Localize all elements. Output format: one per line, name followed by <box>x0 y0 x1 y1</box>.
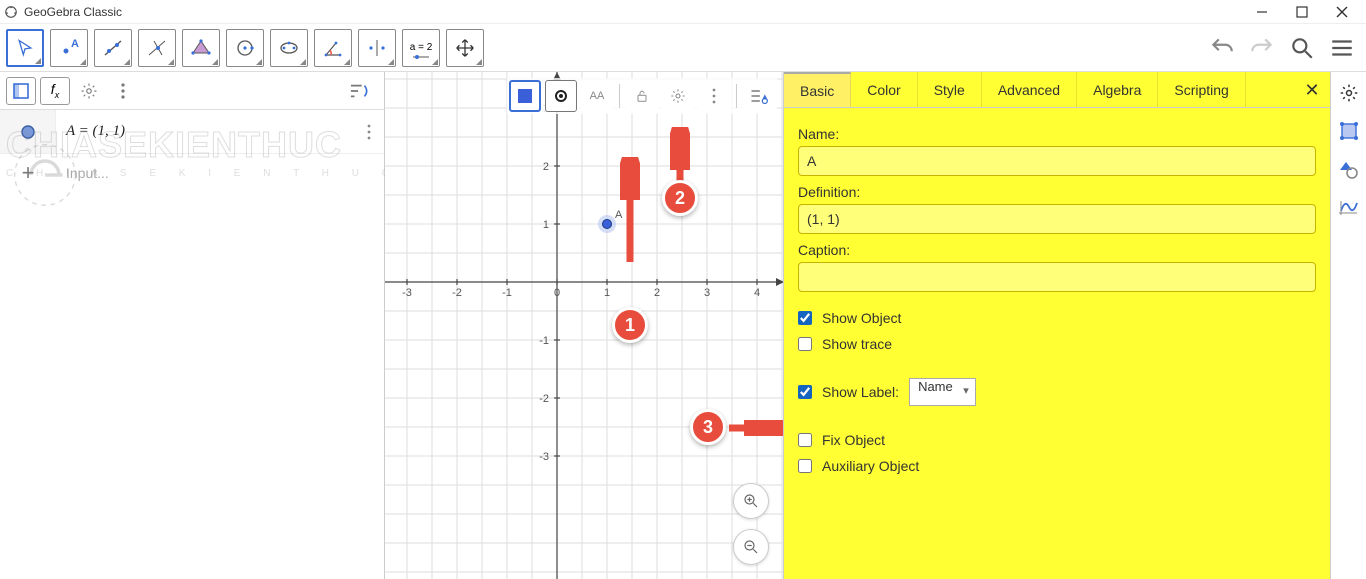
tool-point[interactable]: A <box>50 29 88 67</box>
window-title: GeoGebra Classic <box>24 5 122 19</box>
svg-text:-3: -3 <box>539 451 549 463</box>
aux-object-checkbox[interactable] <box>798 459 812 473</box>
object-bounding-icon[interactable] <box>1336 118 1362 144</box>
svg-text:-2: -2 <box>452 287 462 299</box>
tab-style[interactable]: Style <box>918 72 982 107</box>
graphics-view[interactable]: -3-2-101234-3-2-1123A AA 1 2 3 <box>385 72 784 579</box>
show-label-select[interactable]: Name <box>909 378 976 406</box>
undo-button[interactable] <box>1204 30 1240 66</box>
svg-text:3: 3 <box>704 287 710 299</box>
name-field[interactable] <box>798 146 1316 176</box>
svg-text:-1: -1 <box>539 335 549 347</box>
annotation-badge-2: 2 <box>662 180 698 216</box>
tool-slider[interactable]: a = 2 <box>402 29 440 67</box>
properties-panel: ✕ BasicColorStyleAdvancedAlgebraScriptin… <box>784 72 1330 579</box>
show-trace-label: Show trace <box>822 336 892 352</box>
tab-algebra[interactable]: Algebra <box>1077 72 1158 107</box>
menu-button[interactable] <box>1324 30 1360 66</box>
caption-field[interactable] <box>798 262 1316 292</box>
style-label-style[interactable]: AA <box>581 80 613 112</box>
svg-text:0: 0 <box>554 287 560 299</box>
fix-object-checkbox[interactable] <box>798 433 812 447</box>
grid-canvas: -3-2-101234-3-2-1123A <box>385 72 783 579</box>
style-point-style[interactable] <box>545 80 577 112</box>
window-titlebar: GeoGebra Classic <box>0 0 1366 24</box>
algebra-item[interactable]: A = (1, 1) <box>0 110 384 154</box>
annotation-badge-3: 3 <box>690 409 726 445</box>
svg-text:A: A <box>71 38 79 50</box>
zoom-in-button[interactable] <box>733 483 769 519</box>
tab-advanced[interactable]: Advanced <box>982 72 1077 107</box>
style-lock-button[interactable] <box>626 80 658 112</box>
svg-text:2: 2 <box>654 287 660 299</box>
show-trace-checkbox[interactable] <box>798 337 812 351</box>
function-button[interactable]: fx <box>40 77 70 105</box>
style-fill-color[interactable] <box>509 80 541 112</box>
svg-text:-3: -3 <box>402 287 412 299</box>
tool-move-view[interactable] <box>446 29 484 67</box>
algebra-expression: A = (1, 1) <box>56 123 354 140</box>
tool-polygon[interactable] <box>182 29 220 67</box>
show-object-label: Show Object <box>822 310 901 326</box>
properties-tabs: BasicColorStyleAdvancedAlgebraScripting <box>784 72 1330 108</box>
algebra-item-menu[interactable] <box>354 123 384 141</box>
tool-perpendicular[interactable] <box>138 29 176 67</box>
tab-basic[interactable]: Basic <box>784 72 851 107</box>
properties-close-button[interactable]: ✕ <box>1300 78 1324 102</box>
algebra-sort-button[interactable] <box>344 77 374 105</box>
tool-line[interactable] <box>94 29 132 67</box>
window-maximize-button[interactable] <box>1282 0 1322 24</box>
tool-circle[interactable] <box>226 29 264 67</box>
tab-color[interactable]: Color <box>851 72 917 107</box>
show-label-label: Show Label: <box>822 384 899 400</box>
tool-reflection[interactable] <box>358 29 396 67</box>
definition-label: Definition: <box>798 184 1316 200</box>
window-close-button[interactable] <box>1322 0 1362 24</box>
algebra-more-button[interactable] <box>108 77 138 105</box>
annotation-arrow-3 <box>727 420 784 436</box>
name-label: Name: <box>798 126 1316 142</box>
style-more-button[interactable] <box>698 80 730 112</box>
annotation-badge-1: 1 <box>612 307 648 343</box>
window-minimize-button[interactable] <box>1242 0 1282 24</box>
caption-label: Caption: <box>798 242 1316 258</box>
annotation-arrow-1 <box>620 157 640 267</box>
show-label-checkbox[interactable] <box>798 385 812 399</box>
global-settings-icon[interactable] <box>1336 80 1362 106</box>
algebra-panel: fx A = (1, 1) + Input... CHIASEKIENTHUC … <box>0 72 385 579</box>
definition-field[interactable] <box>798 204 1316 234</box>
aux-object-label: Auxiliary Object <box>822 458 919 474</box>
tool-ellipse[interactable] <box>270 29 308 67</box>
svg-text:-1: -1 <box>502 287 512 299</box>
tool-move[interactable] <box>6 29 44 67</box>
app-icon <box>4 5 18 19</box>
style-view-options-button[interactable] <box>743 80 775 112</box>
tab-scripting[interactable]: Scripting <box>1158 72 1245 107</box>
svg-text:-2: -2 <box>539 393 549 405</box>
object-graph-icon[interactable] <box>1336 194 1362 220</box>
zoom-out-button[interactable] <box>733 529 769 565</box>
add-input-button[interactable]: + <box>0 160 56 186</box>
right-sidebar <box>1330 72 1366 579</box>
svg-text:4: 4 <box>754 287 760 299</box>
svg-text:1: 1 <box>543 219 549 231</box>
algebra-input[interactable]: Input... <box>56 165 384 181</box>
svg-text:2: 2 <box>543 161 549 173</box>
object-shapes-icon[interactable] <box>1336 156 1362 182</box>
algebra-input-row: + Input... <box>0 154 384 192</box>
fix-object-label: Fix Object <box>822 432 885 448</box>
style-settings-button[interactable] <box>662 80 694 112</box>
search-button[interactable] <box>1284 30 1320 66</box>
show-object-checkbox[interactable] <box>798 311 812 325</box>
algebra-settings-button[interactable] <box>74 77 104 105</box>
svg-text:1: 1 <box>604 287 610 299</box>
redo-button[interactable] <box>1244 30 1280 66</box>
main-toolbar: A a = 2 <box>0 24 1366 72</box>
graphics-style-bar: AA <box>507 78 777 114</box>
tool-angle[interactable] <box>314 29 352 67</box>
algebra-view-toggle[interactable] <box>6 77 36 105</box>
annotation-arrow-2 <box>670 127 690 187</box>
